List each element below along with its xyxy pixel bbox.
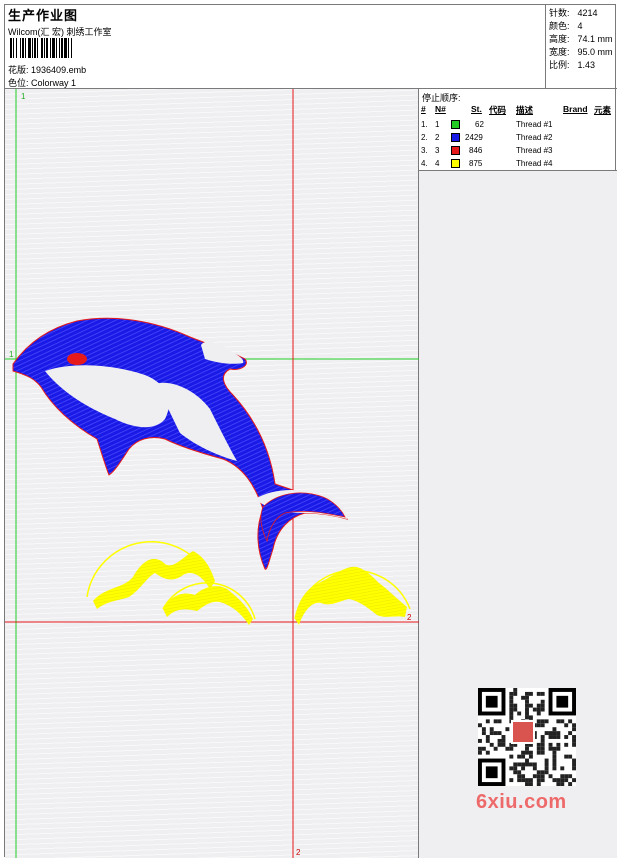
stat-value: 95.0 mm — [577, 47, 613, 57]
stat-label: 针数: — [549, 8, 570, 18]
stops-title: 停止顺序: — [422, 93, 461, 103]
row-desc: Thread #2 — [516, 133, 553, 142]
file-info: 花版: 1936409.emb — [8, 63, 86, 76]
color-swatch — [451, 159, 460, 168]
stats-panel: 针数: 4214 颜色: 4 高度: 74.1 mm 宽度: 95.0 mm 比… — [546, 5, 617, 89]
table-header: # N# St. 代码 描述 Brand 元素 — [421, 104, 615, 116]
row-n: 4 — [435, 159, 440, 168]
colorway-info: 色位: Colorway 1 — [8, 76, 76, 89]
color-swatch — [451, 133, 460, 142]
production-sheet: 生产作业图 Wilcom(汇 宏) 刺绣工作室 花版: 1936409.emb … — [4, 4, 617, 858]
row-n: 1 — [435, 120, 440, 129]
color-swatch — [451, 120, 460, 129]
guide-label-green-v: 1 — [21, 92, 26, 101]
studio-name: Wilcom(汇 宏) 刺绣工作室 — [8, 27, 112, 37]
row-n: 3 — [435, 146, 440, 155]
yellow-waves — [86, 541, 411, 625]
guide-label-red-v: 2 — [296, 848, 301, 857]
stat-colors: 颜色: 4 — [549, 20, 617, 33]
table-row: 2. 2 2429 Thread #2 — [421, 132, 615, 145]
stat-value: 74.1 mm — [577, 34, 613, 44]
stat-label: 颜色: — [549, 21, 570, 31]
guide-label-green-h: 1 — [9, 350, 14, 359]
dolphin-design — [12, 317, 349, 570]
stat-label: 宽度: — [549, 47, 570, 57]
qr-watermark: 6xiu.com — [471, 683, 585, 819]
stat-scale: 比例: 1.43 — [549, 59, 617, 72]
row-num: 2. — [421, 133, 428, 142]
colorway-label: 色位: — [8, 78, 29, 88]
stop-sequence-table: 停止顺序: # N# St. 代码 描述 Brand 元素 1. 1 62 Th… — [419, 89, 617, 171]
row-num: 4. — [421, 159, 428, 168]
colorway-value: Colorway 1 — [31, 78, 77, 88]
stat-value: 4214 — [577, 8, 598, 18]
row-num: 3. — [421, 146, 428, 155]
row-n: 2 — [435, 133, 440, 142]
row-stitches: 846 — [469, 146, 483, 155]
embroidery-canvas: 1 1 2 2 — [5, 89, 419, 858]
table-row: 3. 3 846 Thread #3 — [421, 145, 615, 158]
row-stitches: 62 — [475, 120, 484, 129]
design-preview: 1 1 2 2 — [5, 89, 419, 858]
col-element: 元素 — [594, 105, 612, 115]
row-desc: Thread #4 — [516, 159, 553, 168]
col-num: # — [421, 104, 426, 114]
col-st: St. — [471, 104, 482, 114]
watermark-text: 6xiu.com — [476, 791, 567, 813]
row-desc: Thread #1 — [516, 120, 553, 129]
row-stitches: 2429 — [465, 133, 483, 142]
stat-value: 1.43 — [577, 60, 596, 70]
row-desc: Thread #3 — [516, 146, 553, 155]
col-code: 代码 — [489, 105, 507, 115]
color-swatch — [451, 146, 460, 155]
row-num: 1. — [421, 120, 428, 129]
file-label: 花版: — [8, 65, 29, 75]
barcode — [10, 38, 144, 58]
stat-label: 高度: — [549, 34, 570, 44]
file-name: 1936409.emb — [31, 65, 87, 75]
guide-label-red-h: 2 — [407, 613, 412, 622]
header-panel: 生产作业图 Wilcom(汇 宏) 刺绣工作室 花版: 1936409.emb … — [5, 5, 546, 89]
row-stitches: 875 — [469, 159, 483, 168]
col-brand: Brand — [563, 104, 588, 114]
table-row: 1. 1 62 Thread #1 — [421, 119, 615, 132]
stat-label: 比例: — [549, 60, 570, 70]
stat-width: 宽度: 95.0 mm — [549, 46, 617, 59]
stat-value: 4 — [577, 21, 583, 31]
col-desc: 描述 — [516, 105, 534, 115]
qr-logo — [511, 720, 535, 744]
stat-stitches: 针数: 4214 — [549, 7, 617, 20]
page-title: 生产作业图 — [8, 9, 79, 24]
stat-height: 高度: 74.1 mm — [549, 33, 617, 46]
col-n: N# — [435, 104, 446, 114]
table-row: 4. 4 875 Thread #4 — [421, 158, 615, 171]
